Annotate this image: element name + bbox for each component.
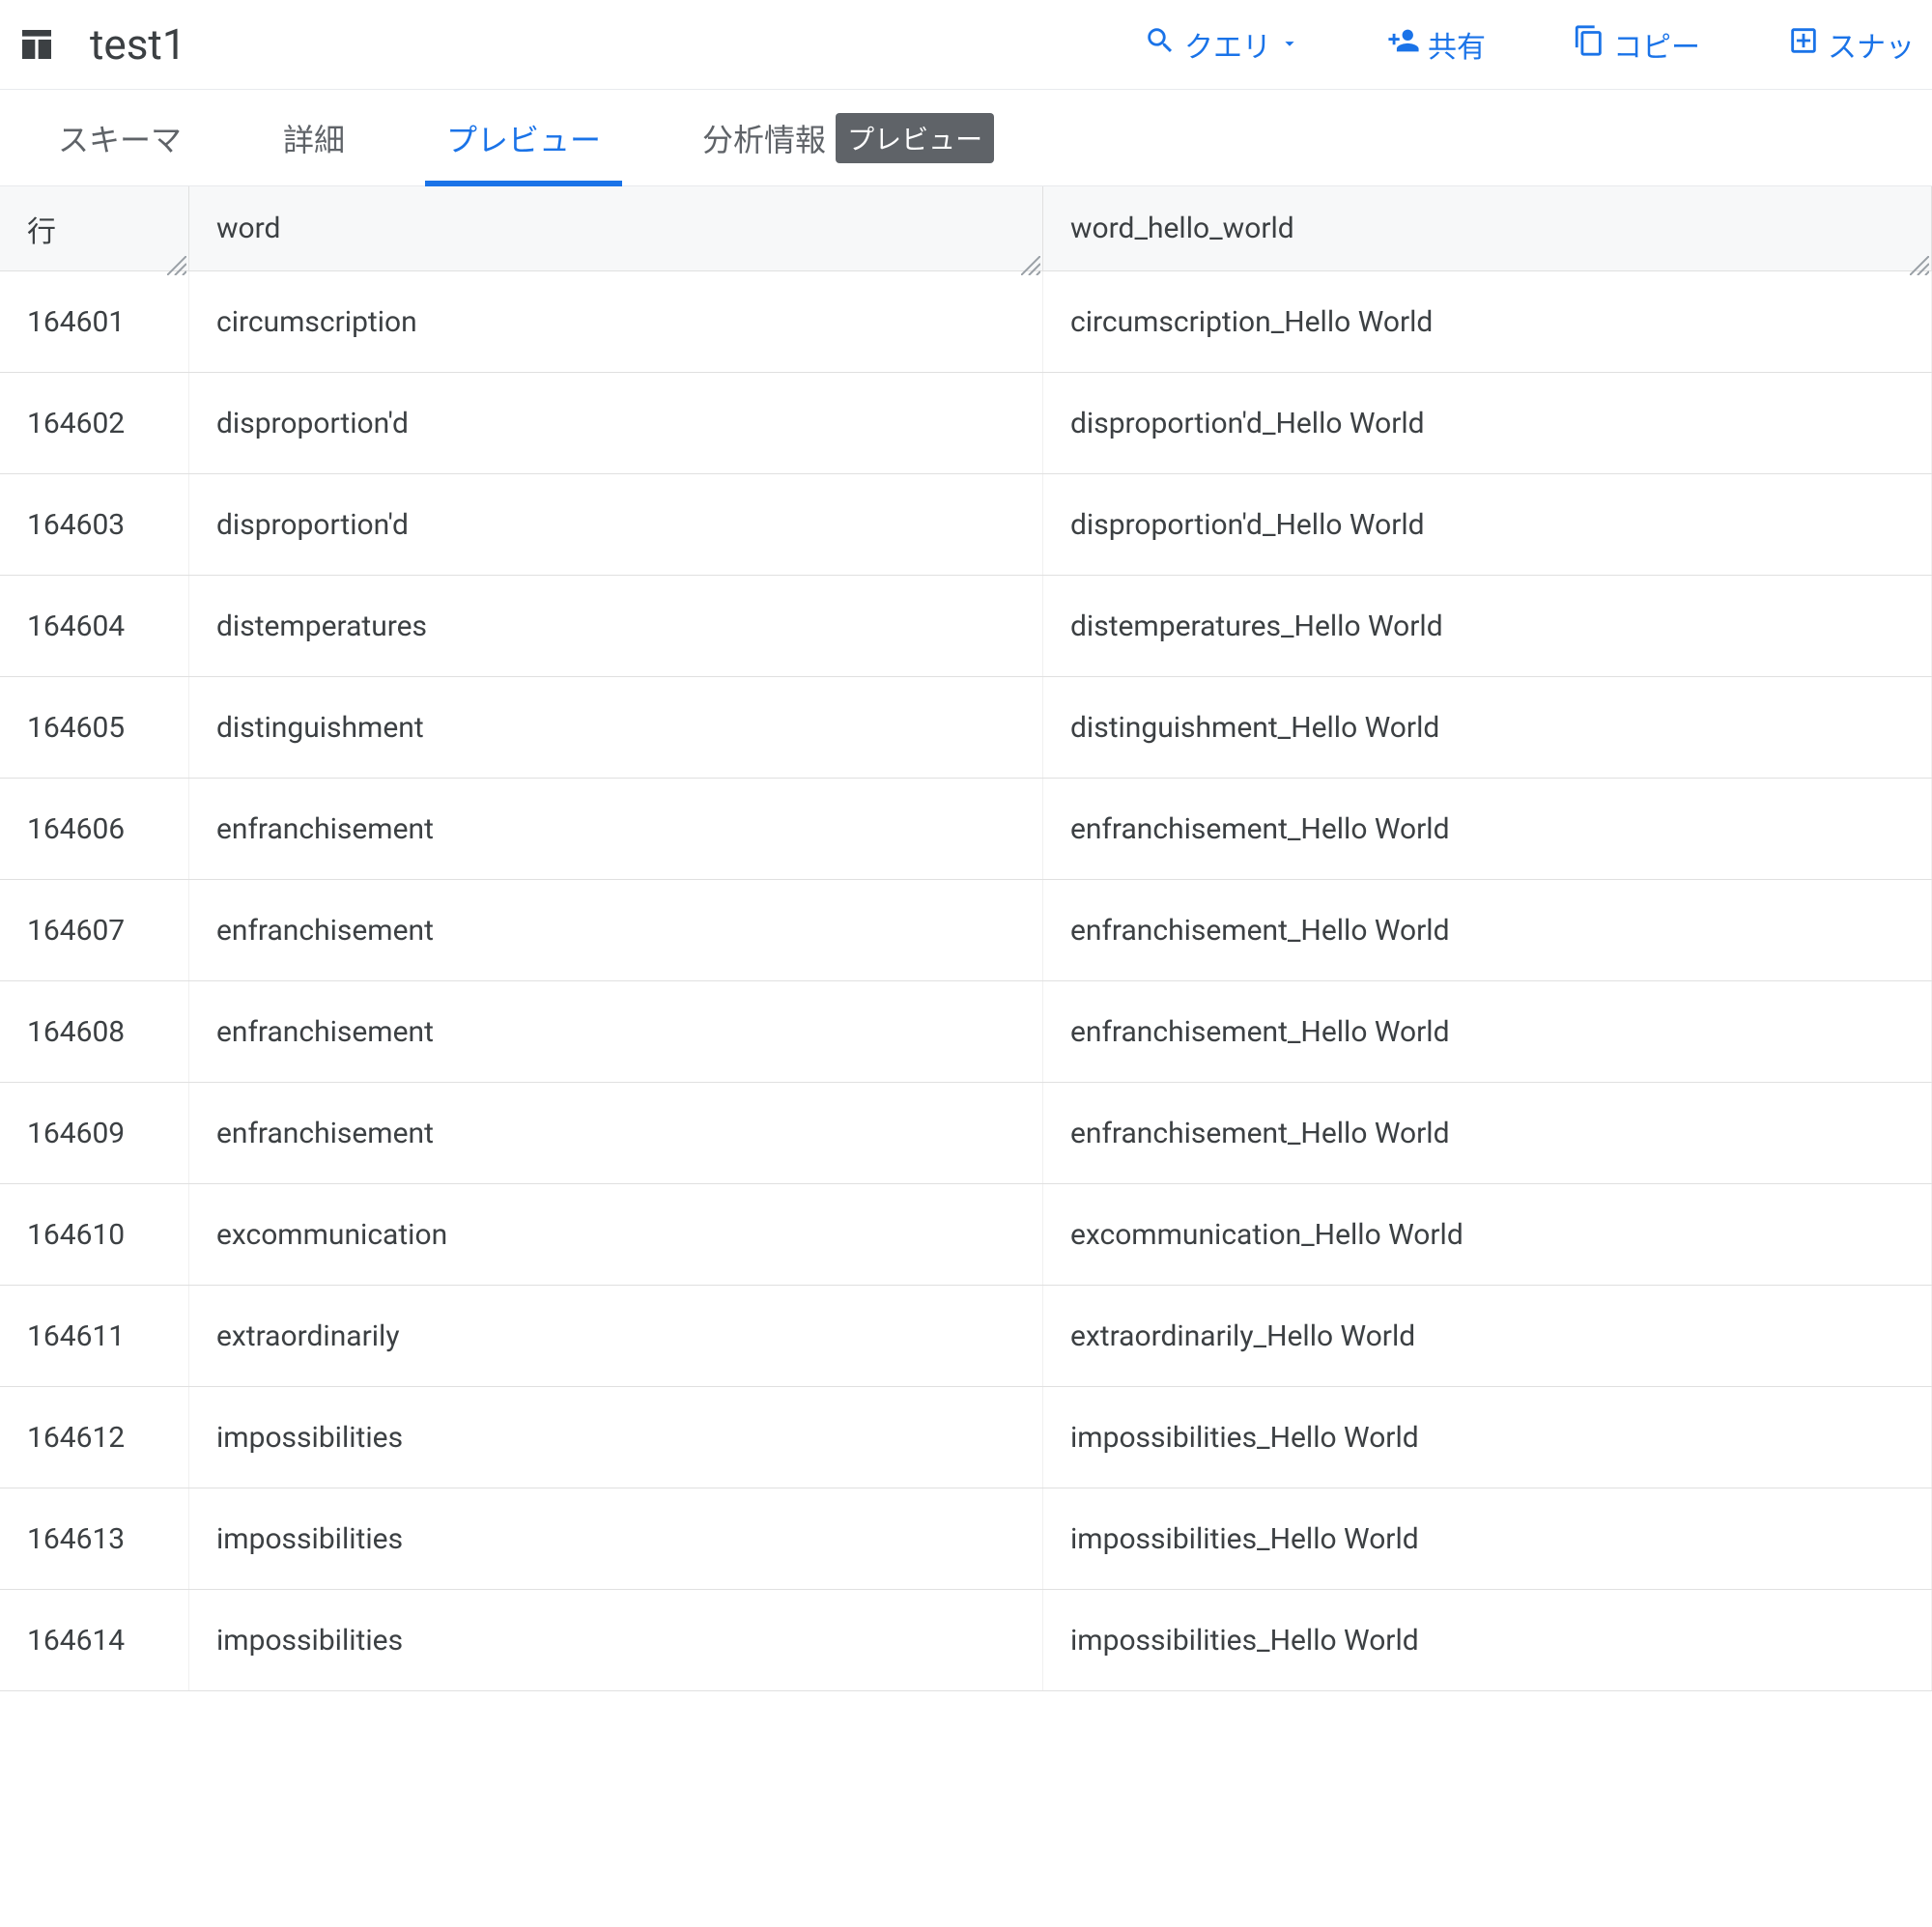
cell-word: impossibilities bbox=[189, 1590, 1043, 1690]
cell-row-number: 164601 bbox=[0, 271, 189, 372]
table-row[interactable]: 164611extraordinarilyextraordinarily_Hel… bbox=[0, 1286, 1932, 1387]
cell-word: distemperatures bbox=[189, 576, 1043, 676]
table-header: 行 word word_hello_world bbox=[0, 186, 1932, 271]
cell-word: disproportion'd bbox=[189, 373, 1043, 473]
preview-badge: プレビュー bbox=[836, 113, 994, 163]
table-row[interactable]: 164610excommunicationexcommunication_Hel… bbox=[0, 1184, 1932, 1286]
cell-word: excommunication bbox=[189, 1184, 1043, 1285]
cell-word-hello-world: disproportion'd_Hello World bbox=[1043, 474, 1932, 575]
column-header-word-hello-world[interactable]: word_hello_world bbox=[1043, 186, 1932, 270]
tab-label: スキーマ bbox=[58, 116, 182, 160]
cell-row-number: 164606 bbox=[0, 779, 189, 879]
table-row[interactable]: 164605distinguishmentdistinguishment_Hel… bbox=[0, 677, 1932, 779]
cell-row-number: 164603 bbox=[0, 474, 189, 575]
table-icon bbox=[17, 25, 56, 64]
column-header-word[interactable]: word bbox=[189, 186, 1043, 270]
column-label: word bbox=[216, 212, 280, 245]
table-row[interactable]: 164614impossibilitiesimpossibilities_Hel… bbox=[0, 1590, 1932, 1691]
resize-handle-icon[interactable] bbox=[1021, 249, 1040, 269]
copy-button[interactable]: コピー bbox=[1573, 23, 1700, 66]
tab-details[interactable]: 詳細 bbox=[283, 90, 345, 186]
cell-row-number: 164614 bbox=[0, 1590, 189, 1690]
cell-row-number: 164607 bbox=[0, 880, 189, 980]
cell-word: enfranchisement bbox=[189, 1083, 1043, 1183]
cell-word-hello-world: enfranchisement_Hello World bbox=[1043, 981, 1932, 1082]
column-label: word_hello_world bbox=[1070, 212, 1294, 245]
snapshot-icon bbox=[1787, 24, 1820, 65]
table-row[interactable]: 164604distemperaturesdistemperatures_Hel… bbox=[0, 576, 1932, 677]
cell-row-number: 164611 bbox=[0, 1286, 189, 1386]
cell-word-hello-world: excommunication_Hello World bbox=[1043, 1184, 1932, 1285]
resize-handle-icon[interactable] bbox=[167, 249, 186, 269]
column-label: 行 bbox=[27, 208, 56, 250]
cell-word: distinguishment bbox=[189, 677, 1043, 778]
cell-row-number: 164610 bbox=[0, 1184, 189, 1285]
tab-label: プレビュー bbox=[446, 116, 601, 160]
cell-word: enfranchisement bbox=[189, 981, 1043, 1082]
cell-word-hello-world: enfranchisement_Hello World bbox=[1043, 779, 1932, 879]
tab-insights[interactable]: 分析情報 プレビュー bbox=[702, 90, 994, 186]
cell-word-hello-world: distinguishment_Hello World bbox=[1043, 677, 1932, 778]
share-button[interactable]: 共有 bbox=[1387, 23, 1486, 66]
table-row[interactable]: 164607enfranchisementenfranchisement_Hel… bbox=[0, 880, 1932, 981]
cell-row-number: 164602 bbox=[0, 373, 189, 473]
table-body: 164601circumscriptioncircumscription_Hel… bbox=[0, 271, 1932, 1691]
cell-word: enfranchisement bbox=[189, 779, 1043, 879]
search-icon bbox=[1144, 24, 1177, 65]
resize-handle-icon[interactable] bbox=[1910, 249, 1929, 269]
cell-word: extraordinarily bbox=[189, 1286, 1043, 1386]
page-title: test1 bbox=[90, 19, 186, 70]
tab-label: 分析情報 bbox=[702, 116, 826, 160]
share-label: 共有 bbox=[1428, 23, 1486, 66]
cell-word-hello-world: distemperatures_Hello World bbox=[1043, 576, 1932, 676]
table-row[interactable]: 164601circumscriptioncircumscription_Hel… bbox=[0, 271, 1932, 373]
table-row[interactable]: 164606enfranchisementenfranchisement_Hel… bbox=[0, 779, 1932, 880]
snapshot-label: スナッ bbox=[1828, 23, 1915, 66]
tab-preview[interactable]: プレビュー bbox=[446, 90, 601, 186]
cell-word-hello-world: extraordinarily_Hello World bbox=[1043, 1286, 1932, 1386]
cell-word-hello-world: disproportion'd_Hello World bbox=[1043, 373, 1932, 473]
cell-row-number: 164608 bbox=[0, 981, 189, 1082]
cell-word: impossibilities bbox=[189, 1488, 1043, 1589]
query-label: クエリ bbox=[1184, 23, 1271, 66]
cell-word: impossibilities bbox=[189, 1387, 1043, 1488]
table-row[interactable]: 164608enfranchisementenfranchisement_Hel… bbox=[0, 981, 1932, 1083]
chevron-down-icon bbox=[1279, 28, 1300, 62]
cell-word-hello-world: impossibilities_Hello World bbox=[1043, 1488, 1932, 1589]
table-row[interactable]: 164613impossibilitiesimpossibilities_Hel… bbox=[0, 1488, 1932, 1590]
copy-icon bbox=[1573, 24, 1605, 65]
person-add-icon bbox=[1387, 24, 1420, 65]
cell-word-hello-world: impossibilities_Hello World bbox=[1043, 1590, 1932, 1690]
copy-label: コピー bbox=[1613, 23, 1700, 66]
cell-word: enfranchisement bbox=[189, 880, 1043, 980]
cell-word-hello-world: impossibilities_Hello World bbox=[1043, 1387, 1932, 1488]
table-row[interactable]: 164609enfranchisementenfranchisement_Hel… bbox=[0, 1083, 1932, 1184]
tab-label: 詳細 bbox=[283, 116, 345, 160]
cell-word: circumscription bbox=[189, 271, 1043, 372]
header-bar: test1 クエリ 共有 コピー スナッ bbox=[0, 0, 1932, 90]
cell-word: disproportion'd bbox=[189, 474, 1043, 575]
cell-word-hello-world: enfranchisement_Hello World bbox=[1043, 1083, 1932, 1183]
table-row[interactable]: 164602disproportion'ddisproportion'd_Hel… bbox=[0, 373, 1932, 474]
snapshot-button[interactable]: スナッ bbox=[1787, 23, 1915, 66]
cell-row-number: 164609 bbox=[0, 1083, 189, 1183]
cell-row-number: 164613 bbox=[0, 1488, 189, 1589]
cell-word-hello-world: enfranchisement_Hello World bbox=[1043, 880, 1932, 980]
query-button[interactable]: クエリ bbox=[1144, 23, 1300, 66]
column-header-row[interactable]: 行 bbox=[0, 186, 189, 270]
table-row[interactable]: 164603disproportion'ddisproportion'd_Hel… bbox=[0, 474, 1932, 576]
tabs-bar: スキーマ 詳細 プレビュー 分析情報 プレビュー bbox=[0, 90, 1932, 186]
cell-row-number: 164604 bbox=[0, 576, 189, 676]
cell-word-hello-world: circumscription_Hello World bbox=[1043, 271, 1932, 372]
cell-row-number: 164605 bbox=[0, 677, 189, 778]
cell-row-number: 164612 bbox=[0, 1387, 189, 1488]
toolbar: クエリ 共有 コピー スナッ bbox=[1144, 23, 1915, 66]
tab-schema[interactable]: スキーマ bbox=[58, 90, 182, 186]
table-row[interactable]: 164612impossibilitiesimpossibilities_Hel… bbox=[0, 1387, 1932, 1488]
